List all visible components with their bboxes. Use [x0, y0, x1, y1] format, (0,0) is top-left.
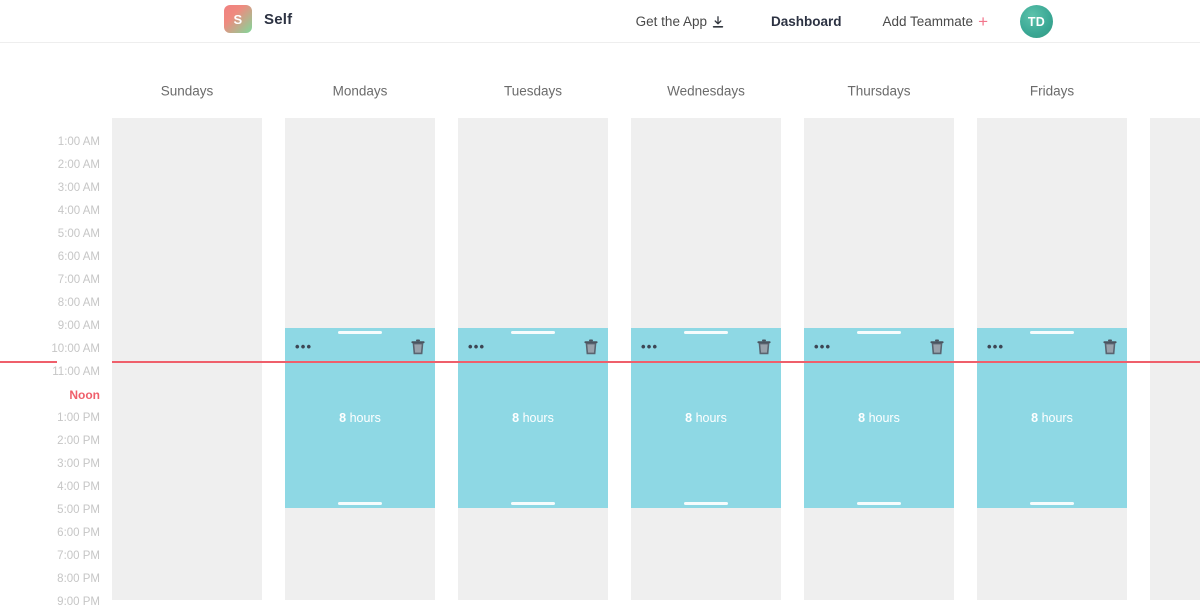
time-label-8-00-am: 8:00 AM	[57, 297, 100, 309]
time-label-4-00-am: 4:00 AM	[57, 205, 100, 217]
time-label-5-00-pm: 5:00 PM	[57, 504, 100, 516]
nav-add-teammate-label: Add Teammate	[882, 14, 974, 29]
time-label-6-00-am: 6:00 AM	[57, 251, 100, 263]
time-label-7-00-pm: 7:00 PM	[57, 550, 100, 562]
event-resize-handle-bottom[interactable]	[1030, 502, 1074, 505]
event-resize-handle-bottom[interactable]	[857, 502, 901, 505]
download-icon	[712, 16, 724, 29]
app-title: Self	[264, 10, 293, 28]
trash-icon[interactable]	[930, 339, 944, 355]
day-header-sundays: Sundays	[160, 83, 214, 99]
ellipsis-icon[interactable]: •••	[295, 340, 312, 353]
event-duration-label: 8 hours	[1031, 411, 1073, 425]
app-logo-icon: S	[224, 5, 252, 33]
trash-icon[interactable]	[1103, 339, 1117, 355]
event-block-fridays[interactable]: ••• 8 hours	[977, 328, 1127, 508]
day-header-wednesdays: Wednesdays	[667, 83, 745, 99]
event-block-thursdays[interactable]: ••• 8 hours	[804, 328, 954, 508]
event-duration-label: 8 hours	[858, 411, 900, 425]
nav-add-teammate[interactable]: Add Teammate +	[883, 13, 989, 30]
event-resize-handle-top[interactable]	[684, 331, 728, 334]
noon-marker-line-right	[112, 361, 1200, 363]
day-column-sundays[interactable]	[112, 118, 262, 600]
time-label-4-00-pm: 4:00 PM	[57, 481, 100, 493]
time-label-1-00-pm: 1:00 PM	[57, 412, 100, 424]
nav-dashboard[interactable]: Dashboard	[771, 14, 842, 29]
event-duration-label: 8 hours	[339, 411, 381, 425]
time-label-9-00-am: 9:00 AM	[57, 320, 100, 332]
nav-get-the-app-label: Get the App	[635, 14, 707, 29]
nav-dashboard-label: Dashboard	[770, 14, 842, 29]
event-block-tuesdays[interactable]: ••• 8 hours	[458, 328, 608, 508]
time-label-10-00-am: 10:00 AM	[51, 343, 100, 355]
time-label-5-00-am: 5:00 AM	[57, 228, 100, 240]
time-label-1-00-am: 1:00 AM	[57, 136, 100, 148]
trash-icon[interactable]	[584, 339, 598, 355]
time-label-8-00-pm: 8:00 PM	[57, 573, 100, 585]
event-resize-handle-top[interactable]	[338, 331, 382, 334]
brand[interactable]: S Self	[224, 5, 292, 33]
top-navigation-bar: S Self Get the App Dashboard Add Teammat…	[0, 0, 1200, 43]
event-resize-handle-top[interactable]	[511, 331, 555, 334]
event-resize-handle-top[interactable]	[1030, 331, 1074, 334]
time-label-9-00-pm: 9:00 PM	[57, 596, 100, 608]
event-duration-label: 8 hours	[685, 411, 727, 425]
ellipsis-icon[interactable]: •••	[814, 340, 831, 353]
time-label-3-00-am: 3:00 AM	[57, 182, 100, 194]
event-resize-handle-bottom[interactable]	[511, 502, 555, 505]
trash-icon[interactable]	[411, 339, 425, 355]
event-block-mondays[interactable]: ••• 8 hours	[285, 328, 435, 508]
noon-marker-line-left	[0, 361, 57, 363]
day-column-overflow[interactable]	[1150, 118, 1200, 600]
calendar-grid: 1:00 AM 2:00 AM 3:00 AM 4:00 AM 5:00 AM 6:00 …	[0, 118, 1200, 608]
time-label-11-00-am: 11:00 AM	[52, 366, 100, 378]
ellipsis-icon[interactable]: •••	[987, 340, 1004, 353]
time-gutter: 1:00 AM 2:00 AM 3:00 AM 4:00 AM 5:00 AM 6:00 …	[0, 118, 112, 608]
event-resize-handle-bottom[interactable]	[338, 502, 382, 505]
day-header-fridays: Fridays	[1029, 83, 1075, 99]
event-resize-handle-bottom[interactable]	[684, 502, 728, 505]
nav-get-the-app[interactable]: Get the App	[636, 14, 724, 29]
time-label-3-00-pm: 3:00 PM	[57, 458, 100, 470]
event-resize-handle-top[interactable]	[857, 331, 901, 334]
time-label-7-00-am: 7:00 AM	[57, 274, 100, 286]
time-label-2-00-am: 2:00 AM	[57, 159, 100, 171]
time-label-2-00-pm: 2:00 PM	[57, 435, 100, 447]
nav-links: Get the App Dashboard Add Teammate + TD	[636, 0, 1200, 43]
plus-icon: +	[978, 12, 988, 31]
day-header-row: Sundays Mondays Tuesdays Wednesdays Thursday…	[0, 43, 1200, 118]
time-label-6-00-pm: 6:00 PM	[57, 527, 100, 539]
ellipsis-icon[interactable]: •••	[468, 340, 485, 353]
event-block-wednesdays[interactable]: ••• 8 hours	[631, 328, 781, 508]
weekly-calendar: Sundays Mondays Tuesdays Wednesdays Thursday…	[0, 43, 1200, 608]
trash-icon[interactable]	[757, 339, 771, 355]
day-header-thursdays: Thursdays	[847, 83, 911, 99]
event-duration-label: 8 hours	[512, 411, 554, 425]
avatar[interactable]: TD	[1020, 5, 1053, 38]
day-header-mondays: Mondays	[332, 83, 388, 99]
day-header-tuesdays: Tuesdays	[503, 83, 563, 99]
ellipsis-icon[interactable]: •••	[641, 340, 658, 353]
time-label-noon: Noon	[69, 388, 100, 402]
